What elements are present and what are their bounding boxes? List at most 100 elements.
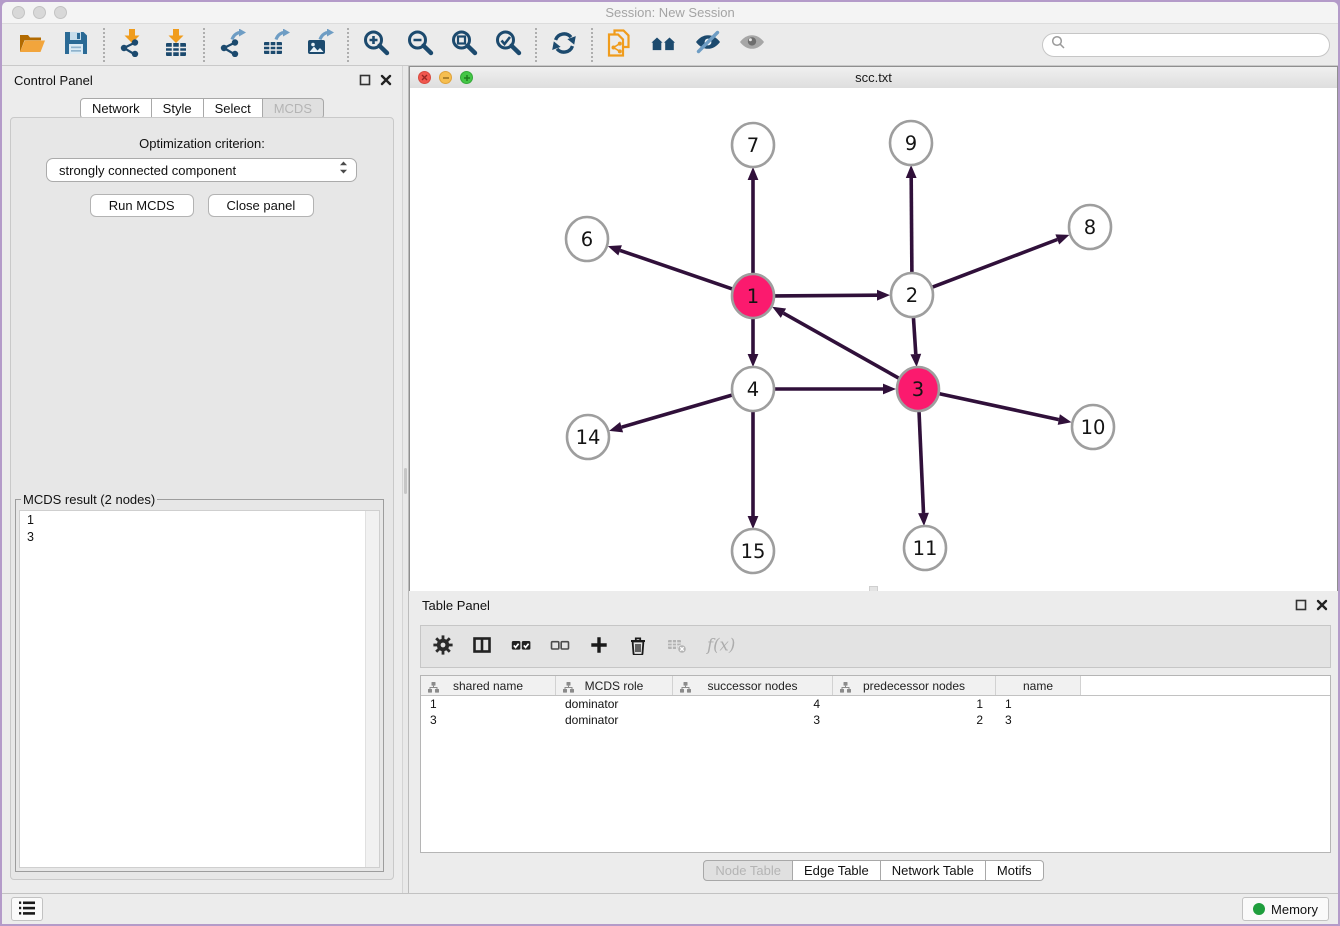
panel-splitter[interactable] bbox=[402, 66, 409, 893]
column-header-name[interactable]: name bbox=[996, 676, 1081, 695]
graph-edge-3-10[interactable] bbox=[940, 394, 1072, 425]
hide-selected-button[interactable] bbox=[686, 26, 730, 64]
run-mcds-button[interactable]: Run MCDS bbox=[90, 194, 194, 217]
show-all-button[interactable] bbox=[730, 26, 774, 64]
export-image-button[interactable] bbox=[298, 26, 342, 64]
search-input[interactable] bbox=[1071, 36, 1321, 53]
result-scrollbar[interactable] bbox=[365, 511, 379, 867]
table-settings-button[interactable] bbox=[433, 635, 453, 659]
tab-mcds[interactable]: MCDS bbox=[263, 98, 324, 119]
optimization-criterion-select[interactable]: strongly connected component bbox=[46, 158, 357, 182]
cell-name[interactable]: 1 bbox=[996, 697, 1081, 711]
cell-predecessor-nodes[interactable]: 2 bbox=[833, 713, 996, 727]
cell-shared-name[interactable]: 1 bbox=[421, 697, 556, 711]
first-neighbors-button[interactable] bbox=[642, 26, 686, 64]
import-table-button[interactable] bbox=[154, 26, 198, 64]
refresh-view-button[interactable] bbox=[542, 26, 586, 64]
search-field[interactable] bbox=[1042, 33, 1330, 57]
graph-node-2[interactable]: 2 bbox=[891, 273, 933, 317]
graph-node-14[interactable]: 14 bbox=[567, 415, 609, 459]
graph-node-4[interactable]: 4 bbox=[732, 367, 774, 411]
float-table-panel-icon[interactable] bbox=[1295, 598, 1307, 616]
zoom-fit-content-button[interactable] bbox=[442, 26, 486, 64]
new-network-from-selection-button[interactable] bbox=[598, 26, 642, 64]
graph-edge-2-9[interactable] bbox=[906, 165, 917, 273]
splitter-handle[interactable] bbox=[404, 468, 407, 494]
zoom-out-button[interactable] bbox=[398, 26, 442, 64]
column-tree-icon bbox=[428, 680, 439, 698]
create-column-button[interactable] bbox=[589, 635, 609, 659]
graph-edge-2-8[interactable] bbox=[933, 234, 1070, 287]
cell-mcds-role[interactable]: dominator bbox=[556, 697, 673, 711]
task-history-button[interactable] bbox=[11, 897, 43, 921]
column-header-shared-name[interactable]: shared name bbox=[421, 676, 556, 695]
mcds-result-box[interactable]: 1 3 bbox=[19, 510, 380, 868]
cell-successor-nodes[interactable]: 4 bbox=[673, 697, 833, 711]
cell-shared-name[interactable]: 3 bbox=[421, 713, 556, 727]
tab-style[interactable]: Style bbox=[152, 98, 204, 119]
table-row[interactable]: 1dominator411 bbox=[421, 696, 1330, 712]
graph-node-3[interactable]: 3 bbox=[897, 367, 939, 411]
graph-node-10[interactable]: 10 bbox=[1072, 405, 1114, 449]
cell-name[interactable]: 3 bbox=[996, 713, 1081, 727]
export-network-button[interactable] bbox=[210, 26, 254, 64]
network-window-title: scc.txt bbox=[410, 67, 1337, 88]
export-image-icon bbox=[306, 29, 334, 60]
open-file-icon bbox=[18, 29, 46, 60]
graph-edge-1-7[interactable] bbox=[748, 167, 759, 274]
zoom-in-button[interactable] bbox=[354, 26, 398, 64]
graph-edge-3-1[interactable] bbox=[772, 307, 899, 378]
cell-mcds-role[interactable]: dominator bbox=[556, 713, 673, 727]
graph-edge-4-3[interactable] bbox=[775, 384, 896, 395]
graph-edge-3-11[interactable] bbox=[918, 411, 929, 526]
network-maximize-button[interactable] bbox=[460, 71, 473, 84]
table-row[interactable]: 3dominator323 bbox=[421, 712, 1330, 728]
import-network-button[interactable] bbox=[110, 26, 154, 64]
save-session-button[interactable] bbox=[54, 26, 98, 64]
tab-edge-table[interactable]: Edge Table bbox=[793, 860, 881, 881]
memory-button[interactable]: Memory bbox=[1242, 897, 1329, 921]
graph-edge-4-14[interactable] bbox=[609, 395, 732, 432]
select-all-columns-button[interactable] bbox=[511, 635, 531, 659]
export-table-button[interactable] bbox=[254, 26, 298, 64]
close-panel-icon[interactable] bbox=[380, 73, 392, 91]
delete-columns-button[interactable] bbox=[628, 635, 648, 659]
column-header-predecessor-nodes[interactable]: predecessor nodes bbox=[833, 676, 996, 695]
network-window-titlebar[interactable]: scc.txt bbox=[410, 67, 1337, 89]
graph-edge-1-4[interactable] bbox=[748, 318, 759, 367]
tab-select[interactable]: Select bbox=[204, 98, 263, 119]
graph-node-7[interactable]: 7 bbox=[732, 123, 774, 167]
column-header-successor-nodes[interactable]: successor nodes bbox=[673, 676, 833, 695]
graph-node-9[interactable]: 9 bbox=[890, 121, 932, 165]
network-graph[interactable]: 7 9 6 8 1 2 4 3 14 10 15 11 bbox=[410, 88, 1337, 592]
close-panel-button[interactable]: Close panel bbox=[208, 194, 315, 217]
graph-edge-1-2[interactable] bbox=[775, 290, 890, 301]
cell-predecessor-nodes[interactable]: 1 bbox=[833, 697, 996, 711]
column-header-mcds-role[interactable]: MCDS role bbox=[556, 676, 673, 695]
table-panel-title: Table Panel bbox=[422, 598, 490, 613]
graph-edge-4-15[interactable] bbox=[748, 411, 759, 529]
tab-network[interactable]: Network bbox=[80, 98, 152, 119]
tab-node-table[interactable]: Node Table bbox=[703, 860, 793, 881]
split-panel-button[interactable] bbox=[472, 635, 492, 659]
open-file-button[interactable] bbox=[10, 26, 54, 64]
close-table-panel-icon[interactable] bbox=[1316, 598, 1328, 616]
graph-node-6[interactable]: 6 bbox=[566, 217, 608, 261]
graph-node-11[interactable]: 11 bbox=[904, 526, 946, 570]
create-column-icon bbox=[589, 635, 609, 658]
tab-motifs[interactable]: Motifs bbox=[986, 860, 1044, 881]
float-panel-icon[interactable] bbox=[359, 73, 371, 91]
cell-successor-nodes[interactable]: 3 bbox=[673, 713, 833, 727]
network-close-button[interactable] bbox=[418, 71, 431, 84]
main-toolbar bbox=[2, 24, 1338, 66]
graph-edge-2-3[interactable] bbox=[910, 317, 921, 367]
graph-edge-1-6[interactable] bbox=[608, 245, 732, 289]
graph-node-1[interactable]: 1 bbox=[732, 274, 774, 318]
tab-network-table[interactable]: Network Table bbox=[881, 860, 986, 881]
zoom-selected-button[interactable] bbox=[486, 26, 530, 64]
graph-node-15[interactable]: 15 bbox=[732, 529, 774, 573]
deselect-all-columns-button[interactable] bbox=[550, 635, 570, 659]
network-canvas[interactable]: 7 9 6 8 1 2 4 3 14 10 15 11 bbox=[410, 88, 1337, 592]
graph-node-8[interactable]: 8 bbox=[1069, 205, 1111, 249]
network-minimize-button[interactable] bbox=[439, 71, 452, 84]
